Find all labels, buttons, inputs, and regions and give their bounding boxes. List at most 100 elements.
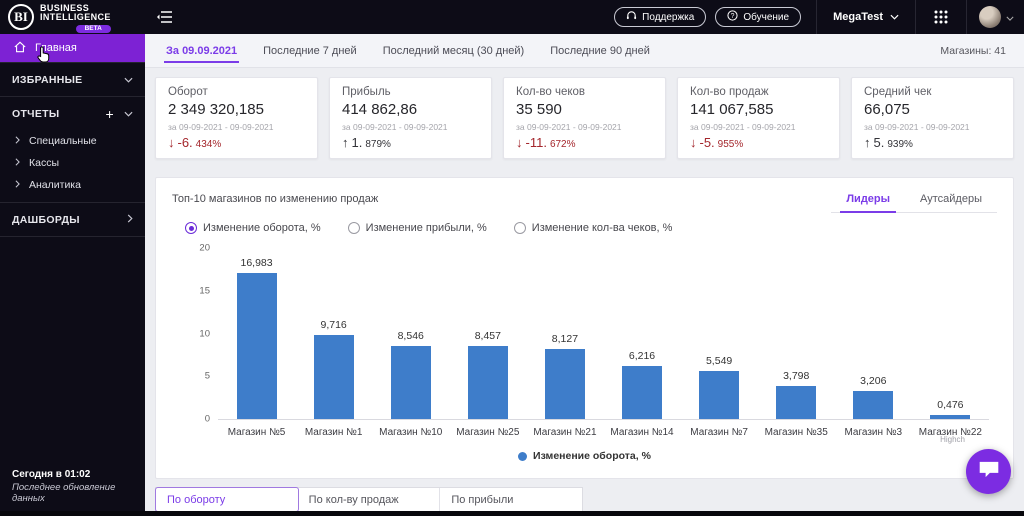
sidebar-subitem-1[interactable]: Кассы	[0, 152, 145, 174]
question-icon: ?	[727, 10, 738, 24]
home-icon	[14, 41, 26, 56]
sidebar-subitem-2[interactable]: Аналитика	[0, 174, 145, 196]
bottom-tab-1[interactable]: По кол-ву продаж	[298, 488, 441, 511]
kpi-title: Средний чек	[864, 86, 932, 98]
main-content: За 09.09.2021 Последние 7 дней Последний м…	[145, 34, 1024, 516]
bar-value-label: 5,549	[705, 355, 733, 368]
bar-value-label: 8,546	[397, 329, 424, 342]
app-logo: BI BUSINESS INTELLIGENCE BETA	[0, 1, 145, 34]
window-edge	[0, 511, 1024, 516]
bar[interactable]	[776, 386, 817, 419]
kpi-period: за 09-09-2021 - 09-09-2021	[516, 122, 622, 132]
sidebar-section-dashboards[interactable]: ДАШБОРДЫ	[0, 203, 145, 236]
logo-bi-icon: BI	[8, 3, 34, 30]
avatar	[979, 6, 1001, 28]
x-axis-label: Магазин №5	[227, 427, 286, 438]
bar-column-2: 8,546 Магазин №10	[372, 248, 449, 438]
bar-value-label: 16,983	[240, 256, 273, 269]
bottom-tabs: По обороту По кол-ву продаж По прибыли	[155, 487, 583, 512]
bar-column-9: 0,476 Магазин №22	[912, 248, 989, 438]
kpi-delta-frac: 879%	[365, 139, 391, 150]
bottom-tab-2[interactable]: По прибыли	[440, 488, 582, 511]
bottom-tab-0[interactable]: По обороту	[155, 487, 299, 512]
bar-value-label: 3,798	[783, 370, 810, 383]
chevron-down-icon	[1006, 8, 1014, 26]
kpi-period: за 09-09-2021 - 09-09-2021	[690, 122, 796, 132]
bar[interactable]	[236, 272, 277, 419]
kpi-card-1: Прибыль 414 862,86 за 09-09-2021 - 09-09-2…	[329, 77, 492, 159]
bar-value-label: 0,476	[937, 398, 964, 411]
bar-column-5: 6,216 Магазин №14	[603, 248, 680, 438]
chart-legend: Изменение оборота, %	[172, 450, 997, 462]
stores-count: Магазины: 41	[940, 44, 1006, 57]
chevron-right-icon[interactable]	[127, 213, 133, 226]
support-button[interactable]: Поддержка	[614, 7, 707, 27]
topbar-divider	[816, 0, 818, 34]
bar-chart-plot: 0 5 10 15 20 16,983 Магазин №5 9,716 Магазин №1 8…	[199, 243, 989, 438]
bar[interactable]	[467, 346, 508, 419]
sidebar-section-reports[interactable]: ОТЧЕТЫ +	[0, 97, 145, 130]
chat-button[interactable]	[966, 449, 1011, 494]
user-menu[interactable]	[973, 6, 1024, 28]
training-button[interactable]: ? Обучение	[715, 7, 802, 27]
bar[interactable]	[930, 414, 971, 419]
collapse-menu-icon[interactable]	[157, 10, 174, 24]
headset-icon	[626, 10, 637, 24]
kpi-title: Кол-во продаж	[690, 86, 769, 98]
period-tab-0[interactable]: За 09.09.2021	[153, 34, 250, 67]
bar[interactable]	[544, 349, 585, 419]
topbar-divider	[915, 0, 916, 34]
bar[interactable]	[390, 345, 431, 419]
period-tabs-row: За 09.09.2021 Последние 7 дней Последний м…	[145, 34, 1024, 68]
kpi-delta-frac: 939%	[887, 139, 913, 150]
bar[interactable]	[622, 365, 663, 419]
sidebar-item-home[interactable]: Главная	[0, 34, 145, 62]
y-axis-tick: 5	[204, 370, 210, 382]
chevron-down-icon[interactable]	[124, 74, 133, 86]
leader-tabs: Лидеры Аутсайдеры	[831, 186, 997, 213]
kpi-period: за 09-09-2021 - 09-09-2021	[342, 122, 448, 132]
sidebar-subitem-label: Аналитика	[29, 179, 81, 191]
kpi-delta-main: 1.	[351, 135, 363, 150]
kpi-value: 141 067,585	[690, 101, 774, 118]
chevron-down-icon[interactable]	[124, 108, 133, 120]
leader-tab-1[interactable]: Аутсайдеры	[905, 186, 997, 212]
arrow-down-icon: ↓	[168, 135, 175, 150]
x-axis-label: Магазин №25	[456, 427, 520, 438]
kpi-cards-row: Оборот 2 349 320,185 за 09-09-2021 - 09-09…	[145, 68, 1024, 167]
last-update-block: Сегодня в 01:02 Последнее обновление дан…	[12, 469, 139, 504]
kpi-title: Оборот	[168, 86, 208, 98]
kpi-card-2: Кол-во чеков 35 590 за 09-09-2021 - 09-09-…	[503, 77, 666, 159]
chart-title: Топ-10 магазинов по изменению продаж	[172, 193, 379, 205]
period-tab-1[interactable]: Последние 7 дней	[250, 34, 370, 67]
period-tab-2[interactable]: Последний месяц (30 дней)	[370, 34, 538, 67]
metric-radio-group: Изменение оборота, % Изменение прибыли, %…	[185, 222, 997, 234]
account-menu[interactable]: MegaTest	[823, 0, 909, 34]
period-tab-3[interactable]: Последние 90 дней	[537, 34, 663, 67]
metric-radio-label: Изменение прибыли, %	[365, 222, 487, 234]
radio-icon	[347, 222, 360, 234]
sidebar-section-favorites[interactable]: ИЗБРАННЫЕ	[0, 63, 145, 96]
kpi-delta-main: -11.	[525, 135, 547, 150]
leader-tab-0[interactable]: Лидеры	[831, 186, 905, 213]
bar[interactable]	[699, 371, 740, 419]
sidebar-subitem-0[interactable]: Специальные	[0, 130, 145, 152]
bar-value-label: 9,716	[320, 319, 347, 332]
legend-label[interactable]: Изменение оборота, %	[533, 450, 651, 462]
kpi-title: Кол-во чеков	[516, 86, 586, 98]
kpi-delta: ↓ -6. 434%	[168, 135, 305, 150]
metric-radio-2[interactable]: Изменение кол-ва чеков, %	[513, 222, 673, 234]
metric-radio-label: Изменение оборота, %	[203, 222, 321, 234]
add-report-icon[interactable]: +	[106, 106, 114, 122]
apps-grid-icon[interactable]	[922, 0, 960, 34]
bar[interactable]	[853, 391, 894, 419]
metric-radio-0[interactable]: Изменение оборота, %	[185, 222, 321, 234]
legend-marker-icon	[518, 451, 528, 461]
y-axis-tick: 15	[199, 285, 210, 297]
metric-radio-1[interactable]: Изменение прибыли, %	[347, 222, 487, 234]
top10-chart-card: Топ-10 магазинов по изменению продаж Лид…	[155, 177, 1014, 479]
kpi-value: 2 349 320,185	[168, 101, 264, 118]
bar[interactable]	[313, 335, 354, 419]
metric-radio-label: Изменение кол-ва чеков, %	[531, 222, 673, 234]
chevron-right-icon	[15, 179, 20, 191]
